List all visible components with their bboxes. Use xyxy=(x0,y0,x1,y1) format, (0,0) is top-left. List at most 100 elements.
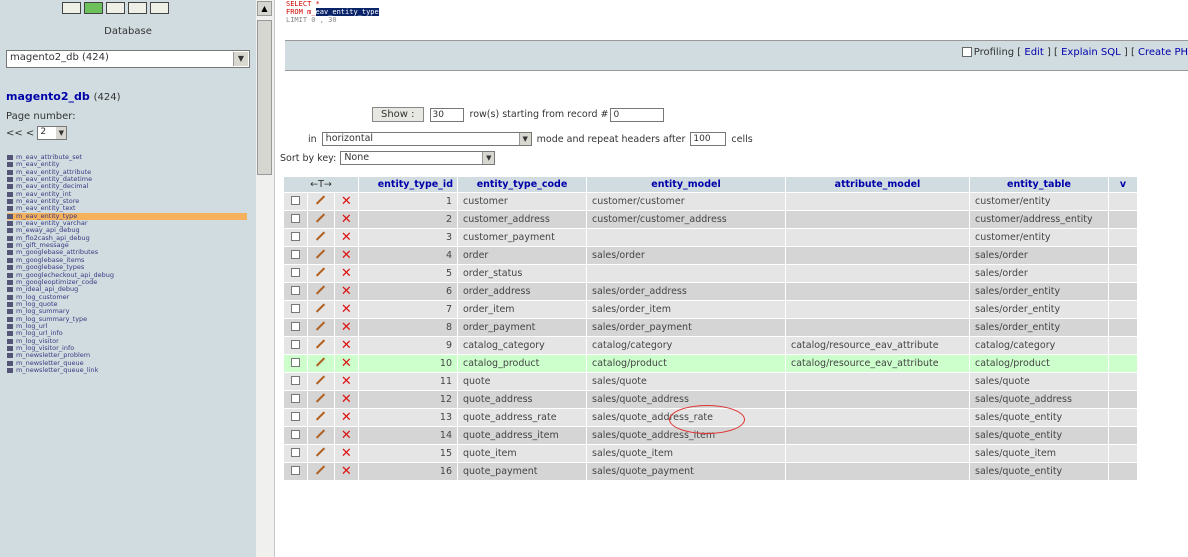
sidebar-table-item[interactable]: m_log_visitor xyxy=(7,338,247,345)
sidebar-table-item[interactable]: m_googlebase_attributes xyxy=(7,249,247,256)
table-row[interactable]: ✕ 5 order_status sales/order xyxy=(284,265,1137,282)
sidebar-table-item[interactable]: m_eav_entity_text xyxy=(7,205,247,212)
sidebar-table-item[interactable]: m_googleoptimizer_code xyxy=(7,279,247,286)
table-row[interactable]: ✕ 11 quote sales/quote sales/quote xyxy=(284,373,1137,390)
row-checkbox[interactable] xyxy=(291,447,301,457)
home-icon[interactable] xyxy=(62,2,81,14)
chevron-down-icon[interactable]: ▼ xyxy=(518,133,531,145)
sidebar-table-item[interactable]: m_newsletter_queue_link xyxy=(7,367,247,374)
sidebar-table-item[interactable]: m_log_quote xyxy=(7,301,247,308)
delete-x-icon[interactable]: ✕ xyxy=(341,230,352,245)
column-header[interactable]: entity_table xyxy=(970,177,1108,192)
pencil-icon[interactable] xyxy=(316,357,326,367)
sidebar-table-item[interactable]: m_eav_entity_decimal xyxy=(7,183,247,190)
docs-icon[interactable] xyxy=(128,2,147,14)
table-row[interactable]: ✕ 1 customer customer/customer customer/enti… xyxy=(284,193,1137,210)
pencil-icon[interactable] xyxy=(316,447,326,457)
show-button[interactable]: Show : xyxy=(372,107,424,122)
sidebar-table-item[interactable]: m_gift_message xyxy=(7,242,247,249)
database-select[interactable]: magento2_db (424) ▼ xyxy=(6,50,250,68)
chevron-down-icon[interactable]: ▼ xyxy=(233,52,248,66)
delete-x-icon[interactable]: ✕ xyxy=(341,302,352,317)
table-row[interactable]: ✕ 4 order sales/order sales/order xyxy=(284,247,1137,264)
column-header[interactable]: v xyxy=(1109,177,1137,192)
sidebar-table-item[interactable]: m_flo2cash_api_debug xyxy=(7,235,247,242)
row-checkbox[interactable] xyxy=(291,393,301,403)
pencil-icon[interactable] xyxy=(316,429,326,439)
sidebar-table-item[interactable]: m_googlecheckout_api_debug xyxy=(7,272,247,279)
pencil-icon[interactable] xyxy=(316,321,326,331)
table-row[interactable]: ✕ 6 order_address sales/order_address sales/… xyxy=(284,283,1137,300)
sort-select[interactable]: None ▼ xyxy=(340,151,496,165)
sidebar-table-item[interactable]: m_log_summary xyxy=(7,308,247,315)
pencil-icon[interactable] xyxy=(316,465,326,475)
sidebar-table-item[interactable]: m_log_customer xyxy=(7,294,247,301)
sidebar-table-item[interactable]: m_log_summary_type xyxy=(7,316,247,323)
sidebar-table-item[interactable]: m_eav_entity_int xyxy=(7,191,247,198)
table-row[interactable]: ✕ 16 quote_payment sales/quote_payment sales… xyxy=(284,463,1137,480)
table-row[interactable]: ✕ 8 order_payment sales/order_payment sales/… xyxy=(284,319,1137,336)
row-checkbox[interactable] xyxy=(291,375,301,385)
row-checkbox[interactable] xyxy=(291,321,301,331)
row-checkbox[interactable] xyxy=(291,357,301,367)
row-checkbox[interactable] xyxy=(291,411,301,421)
pencil-icon[interactable] xyxy=(316,411,326,421)
pencil-icon[interactable] xyxy=(316,303,326,313)
delete-x-icon[interactable]: ✕ xyxy=(341,320,352,335)
pencil-icon[interactable] xyxy=(316,285,326,295)
delete-x-icon[interactable]: ✕ xyxy=(341,374,352,389)
column-header[interactable]: attribute_model xyxy=(786,177,969,192)
sidebar-table-item[interactable]: m_ideal_api_debug xyxy=(7,286,247,293)
pencil-icon[interactable] xyxy=(316,249,326,259)
column-header[interactable]: entity_type_id xyxy=(359,177,457,192)
sort-arrows-header[interactable]: ←T→ xyxy=(284,177,358,192)
sidebar-table-item[interactable]: m_log_url_info xyxy=(7,330,247,337)
sidebar-table-item[interactable]: m_googlebase_items xyxy=(7,257,247,264)
row-checkbox[interactable] xyxy=(291,285,301,295)
row-checkbox[interactable] xyxy=(291,213,301,223)
pencil-icon[interactable] xyxy=(316,339,326,349)
repeat-headers-input[interactable]: 100 xyxy=(690,132,727,146)
sidebar-table-item[interactable]: m_eav_entity xyxy=(7,161,247,168)
reload-icon[interactable] xyxy=(150,2,169,14)
table-row[interactable]: ✕ 7 order_item sales/order_item sales/order_… xyxy=(284,301,1137,318)
delete-x-icon[interactable]: ✕ xyxy=(341,410,352,425)
query-window-icon[interactable] xyxy=(84,2,103,14)
page-select[interactable]: 2 ▼ xyxy=(37,126,68,140)
sql-icon[interactable] xyxy=(106,2,125,14)
sidebar-table-item[interactable]: m_eway_api_debug xyxy=(7,227,247,234)
mode-select[interactable]: horizontal ▼ xyxy=(321,132,532,146)
row-checkbox[interactable] xyxy=(291,429,301,439)
delete-x-icon[interactable]: ✕ xyxy=(341,194,352,209)
sidebar-table-item[interactable]: m_eav_entity_attribute xyxy=(7,169,247,176)
column-header[interactable]: entity_model xyxy=(587,177,785,192)
sidebar-table-item[interactable]: m_log_visitor_info xyxy=(7,345,247,352)
delete-x-icon[interactable]: ✕ xyxy=(341,392,352,407)
delete-x-icon[interactable]: ✕ xyxy=(341,212,352,227)
row-checkbox[interactable] xyxy=(291,339,301,349)
page-prev-links[interactable]: << < xyxy=(6,128,34,139)
sidebar-table-item[interactable]: m_eav_entity_varchar xyxy=(7,220,247,227)
table-row[interactable]: ✕ 9 catalog_category catalog/category catalo… xyxy=(284,337,1137,354)
table-row[interactable]: ✕ 10 catalog_product catalog/product catalog… xyxy=(284,355,1137,372)
database-title[interactable]: magento2_db (424) xyxy=(6,90,121,103)
sidebar-table-item[interactable]: m_newsletter_queue xyxy=(7,360,247,367)
delete-x-icon[interactable]: ✕ xyxy=(341,338,352,353)
row-checkbox[interactable] xyxy=(291,465,301,475)
sidebar-table-item[interactable]: m_log_url xyxy=(7,323,247,330)
sidebar-table-item[interactable]: m_eav_entity_datetime xyxy=(7,176,247,183)
pencil-icon[interactable] xyxy=(316,195,326,205)
profiling-checkbox[interactable] xyxy=(961,47,972,57)
delete-x-icon[interactable]: ✕ xyxy=(341,248,352,263)
create-php-link[interactable]: Create PH xyxy=(1138,47,1188,58)
delete-x-icon[interactable]: ✕ xyxy=(341,356,352,371)
table-row[interactable]: ✕ 15 quote_item sales/quote_item sales/quote… xyxy=(284,445,1137,462)
edit-link[interactable]: Edit xyxy=(1024,47,1043,58)
explain-sql-link[interactable]: Explain SQL xyxy=(1061,47,1121,58)
pencil-icon[interactable] xyxy=(316,393,326,403)
scroll-up-icon[interactable]: ▲ xyxy=(257,1,272,16)
chevron-down-icon[interactable]: ▼ xyxy=(56,127,67,139)
delete-x-icon[interactable]: ✕ xyxy=(341,464,352,479)
left-scrollbar[interactable]: ▲ xyxy=(256,0,275,557)
row-checkbox[interactable] xyxy=(291,195,301,205)
